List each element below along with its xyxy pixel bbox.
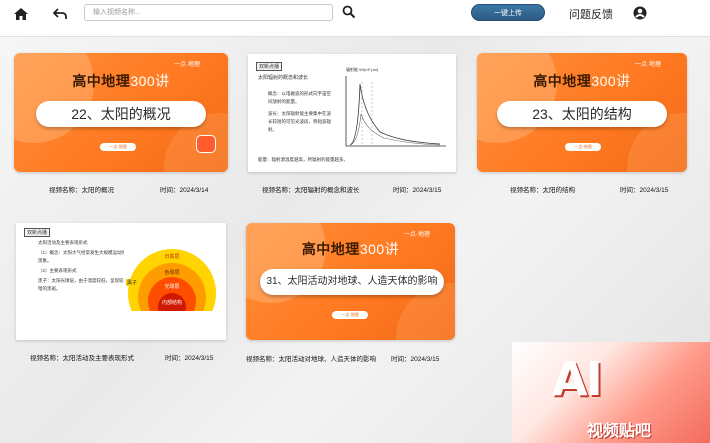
video-name: 视频名称：太阳活动对地球、人造天体的影响 bbox=[246, 356, 376, 363]
slide-note: （1）概念：太阳大气经常发生大规模运动的现象。 bbox=[38, 250, 127, 263]
brand-label: 一点·地理 bbox=[174, 62, 200, 68]
video-time: 时间：2024/3/15 bbox=[620, 187, 669, 194]
slide-heading: 太阳辐射的概念和波长 bbox=[258, 75, 309, 81]
episode-title: 23、太阳的结构 bbox=[497, 101, 667, 127]
back-arrow-icon[interactable] bbox=[52, 6, 68, 22]
lesson-tag: 双新点播 bbox=[256, 62, 283, 71]
radiation-chart bbox=[345, 76, 446, 147]
search-icon[interactable] bbox=[342, 5, 358, 21]
chart-axis-label: 辐射能 W/(m²·μm) bbox=[346, 67, 379, 72]
channel-button: 一点·地理 bbox=[332, 311, 368, 319]
brand-label: 一点·地理 bbox=[404, 232, 430, 238]
video-name: 视频名称：太阳的结构 bbox=[510, 187, 575, 194]
video-name: 视频名称：太阳的概况 bbox=[49, 187, 114, 194]
episode-title: 22、太阳的概况 bbox=[36, 101, 206, 127]
series-title: 高中地理300讲 bbox=[533, 73, 631, 89]
user-avatar-icon[interactable] bbox=[633, 6, 649, 22]
video-card[interactable]: 一点·地理 高中地理300讲 22、太阳的概况 一点·地理 bbox=[14, 53, 228, 172]
series-title: 高中地理300讲 bbox=[301, 241, 400, 257]
brand-label: 一点·地理 bbox=[635, 62, 661, 68]
upload-button[interactable]: 一键上传 bbox=[471, 4, 545, 21]
video-card[interactable]: 双新点播 太阳活动及主要表现形式 （1）概念：太阳大气经常发生大规模运动的现象。… bbox=[16, 223, 226, 340]
series-title: 高中地理300讲 bbox=[72, 73, 170, 89]
video-name: 视频名称：太阳辐射的概念和波长 bbox=[262, 187, 360, 194]
video-name: 视频名称：太阳活动及主要表现形式 bbox=[30, 355, 134, 362]
slide-note: 能量：辐射源温度越高，所辐射的能量越多。 bbox=[258, 157, 348, 162]
video-time: 时间：2024/3/15 bbox=[393, 187, 442, 194]
search-input[interactable] bbox=[84, 4, 333, 21]
slide-note: 概念：以电磁波的形式向宇宙空间放射的能量。 bbox=[268, 91, 331, 104]
video-time: 时间：2024/3/15 bbox=[165, 355, 214, 362]
tv-icon bbox=[196, 135, 216, 153]
feedback-link[interactable]: 问题反馈 bbox=[569, 6, 613, 22]
slide-note: 黑子：太阳光球层，由于温度较低，呈现较暗的黑斑。 bbox=[38, 278, 124, 291]
slide-heading: 太阳活动及主要表现形式 bbox=[38, 240, 88, 245]
video-time: 时间：2024/3/15 bbox=[391, 356, 440, 363]
lesson-tag: 双新点播 bbox=[24, 228, 51, 237]
home-icon[interactable] bbox=[13, 6, 29, 22]
video-card[interactable]: 双新点播 太阳辐射的概念和波长 概念：以电磁波的形式向宇宙空间放射的能量。 波长… bbox=[248, 54, 456, 172]
video-card[interactable]: 一点·地理 高中地理300讲 31、太阳活动对地球、人造天体的影响 一点·地理 bbox=[246, 223, 455, 340]
slide-note: 波长：太阳辐射能主要集中在波长较短的可见光波段，称短波辐射。 bbox=[268, 111, 331, 132]
video-time: 时间：2024/3/14 bbox=[160, 187, 209, 194]
watermark-logo: AI 视频贴吧 bbox=[512, 342, 710, 443]
channel-button: 一点·地理 bbox=[100, 143, 136, 151]
slide-note: （2）主要表现形式 bbox=[38, 268, 77, 273]
top-bar: 一键上传 问题反馈 bbox=[0, 0, 710, 30]
channel-button: 一点·地理 bbox=[565, 143, 601, 151]
video-card[interactable]: 一点·地理 高中地理300讲 23、太阳的结构 一点·地理 bbox=[477, 53, 687, 172]
sun-layer-diagram: 日冕层 色球层 光球层 内部结构 黑子 bbox=[124, 249, 220, 311]
episode-title: 31、太阳活动对地球、人造天体的影响 bbox=[260, 269, 444, 295]
